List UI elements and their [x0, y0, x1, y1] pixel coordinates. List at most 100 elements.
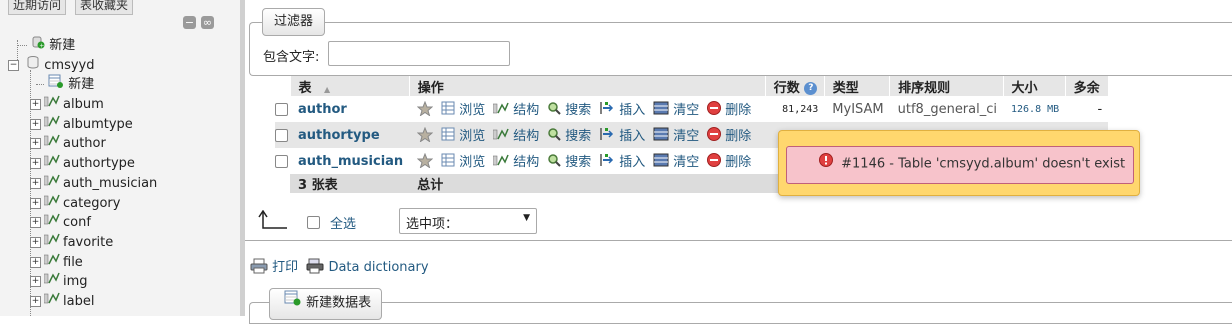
insert-icon [599, 101, 615, 119]
table-size[interactable]: 126.8 MB [1003, 96, 1065, 122]
table-header-row: 表 ▲ 操作 行数 ? 类型 排序规则 大小 多余 [275, 76, 1109, 96]
data-dictionary-link[interactable]: Data dictionary [328, 260, 428, 275]
col-table[interactable]: 表 ▲ [290, 76, 410, 96]
browse-action[interactable]: 浏览 [441, 127, 486, 144]
sort-asc-icon: ▲ [324, 84, 331, 94]
favorite-star-icon[interactable] [416, 126, 434, 146]
favorite-star-icon[interactable] [416, 100, 434, 120]
structure-action[interactable]: 结构 [492, 154, 540, 170]
tree-table-auth_musician[interactable]: + auth_musician [30, 173, 157, 193]
expand-icon[interactable]: + [30, 138, 41, 150]
tree-table-label[interactable]: + label [30, 291, 94, 311]
tree-table-file[interactable]: + file [30, 252, 83, 272]
empty-action[interactable]: 清空 [653, 101, 700, 118]
expand-icon[interactable]: + [30, 197, 41, 209]
structure-action[interactable]: 结构 [492, 101, 540, 119]
drop-action[interactable]: 删除 [707, 127, 751, 145]
tree-table-label: album [63, 97, 104, 112]
select-all-checkbox[interactable] [307, 216, 320, 229]
expand-icon[interactable]: + [30, 256, 41, 268]
tree-new-table[interactable]: 新建 [36, 74, 94, 94]
structure-icon [492, 101, 509, 119]
empty-action[interactable]: 清空 [653, 153, 699, 171]
tree-table-authortype[interactable]: + authortype [30, 153, 135, 173]
favorite-star-icon[interactable] [416, 152, 434, 172]
drop-action[interactable]: 删除 [707, 153, 752, 170]
expand-icon[interactable]: + [30, 177, 41, 189]
table-structure-icon [43, 193, 60, 214]
col-actions: 操作 [409, 76, 766, 96]
structure-action[interactable]: 结构 [492, 127, 540, 145]
structure-icon [492, 127, 509, 145]
insert-action[interactable]: 插入 [599, 128, 645, 144]
help-icon[interactable]: ? [804, 81, 818, 95]
expand-icon[interactable]: + [30, 276, 41, 288]
tab-recent[interactable]: 近期访问 [8, 0, 67, 15]
row-checkbox[interactable] [275, 128, 288, 142]
row-checkbox[interactable] [275, 154, 288, 168]
filter-input[interactable] [328, 41, 510, 66]
table-structure-icon [43, 173, 60, 194]
browse-action[interactable]: 浏览 [441, 153, 485, 170]
table-structure-icon [43, 153, 60, 174]
drop-label: 删除 [725, 154, 752, 170]
row-checkbox[interactable] [275, 102, 288, 116]
search-action[interactable]: 搜索 [547, 128, 592, 144]
expand-icon[interactable]: + [30, 236, 41, 248]
with-selected-dropdown[interactable]: 选中项： ▼ [399, 208, 537, 234]
tree-new-database[interactable]: + 新建 [17, 35, 75, 55]
tree-table-category[interactable]: + category [30, 193, 120, 213]
expand-icon[interactable]: + [30, 158, 41, 170]
col-size[interactable]: 大小 [1003, 76, 1066, 96]
structure-label: 结构 [513, 102, 540, 118]
structure-label: 结构 [513, 128, 540, 144]
drop-icon [707, 101, 722, 119]
select-all-label[interactable]: 全选 [330, 213, 356, 232]
tree-database-cmsyyd[interactable]: − cmsyyd [8, 55, 95, 75]
browse-action[interactable]: 浏览 [441, 101, 486, 118]
expand-icon[interactable]: + [30, 217, 41, 229]
tree-table-label: file [63, 254, 83, 270]
search-icon [547, 101, 561, 119]
table-name-link[interactable]: authortype [298, 128, 380, 143]
expand-icon[interactable]: + [30, 99, 41, 110]
col-rows[interactable]: 行数 ? [765, 76, 825, 96]
tree-table-img[interactable]: + img [30, 271, 88, 291]
tree-new-table-label: 新建 [68, 77, 95, 92]
error-popup[interactable]: #1146 - Table 'cmsyyd.album' doesn't exi… [778, 130, 1140, 196]
table-name-link[interactable]: auth_musician [298, 154, 403, 169]
empty-table-icon [653, 153, 669, 171]
tree-table-albumtype[interactable]: + albumtype [30, 114, 133, 134]
structure-label: 结构 [513, 154, 540, 170]
table-name-link[interactable]: author [298, 102, 347, 117]
insert-action[interactable]: 插入 [599, 101, 645, 119]
insert-action[interactable]: 插入 [599, 154, 646, 170]
browse-label: 浏览 [459, 128, 486, 144]
expand-icon[interactable]: + [30, 296, 41, 307]
tree-table-conf[interactable]: + conf [30, 212, 91, 232]
search-action[interactable]: 搜索 [547, 101, 591, 119]
search-label: 搜索 [565, 128, 592, 144]
browse-label: 浏览 [459, 102, 486, 118]
navigation-panel: 近期访问 表收藏夹 − ∞ + 新建 − cmsyyd 新建 + album + al… [0, 0, 240, 316]
collapse-icon[interactable]: − [8, 60, 19, 71]
col-table-label: 表 [298, 80, 312, 96]
col-overhead[interactable]: 多余 [1065, 76, 1109, 96]
tree-table-favorite[interactable]: + favorite [30, 232, 113, 252]
expand-icon[interactable]: + [30, 118, 41, 130]
print-link[interactable]: 打印 [272, 260, 298, 275]
empty-action[interactable]: 清空 [653, 127, 699, 144]
link-icon[interactable]: ∞ [201, 16, 214, 29]
tree-table-author[interactable]: + author [30, 133, 106, 153]
tree-table-album[interactable]: + album [30, 94, 104, 114]
collapse-all-icon[interactable]: − [183, 16, 196, 29]
error-icon [819, 147, 833, 181]
drop-icon [707, 127, 722, 145]
col-type[interactable]: 类型 [824, 76, 891, 96]
tab-favorites[interactable]: 表收藏夹 [75, 0, 134, 15]
search-action[interactable]: 搜索 [547, 154, 591, 170]
insert-label: 插入 [619, 154, 646, 170]
drop-action[interactable]: 删除 [707, 101, 751, 119]
col-collation[interactable]: 排序规则 [889, 76, 1004, 96]
empty-label: 清空 [673, 102, 700, 118]
